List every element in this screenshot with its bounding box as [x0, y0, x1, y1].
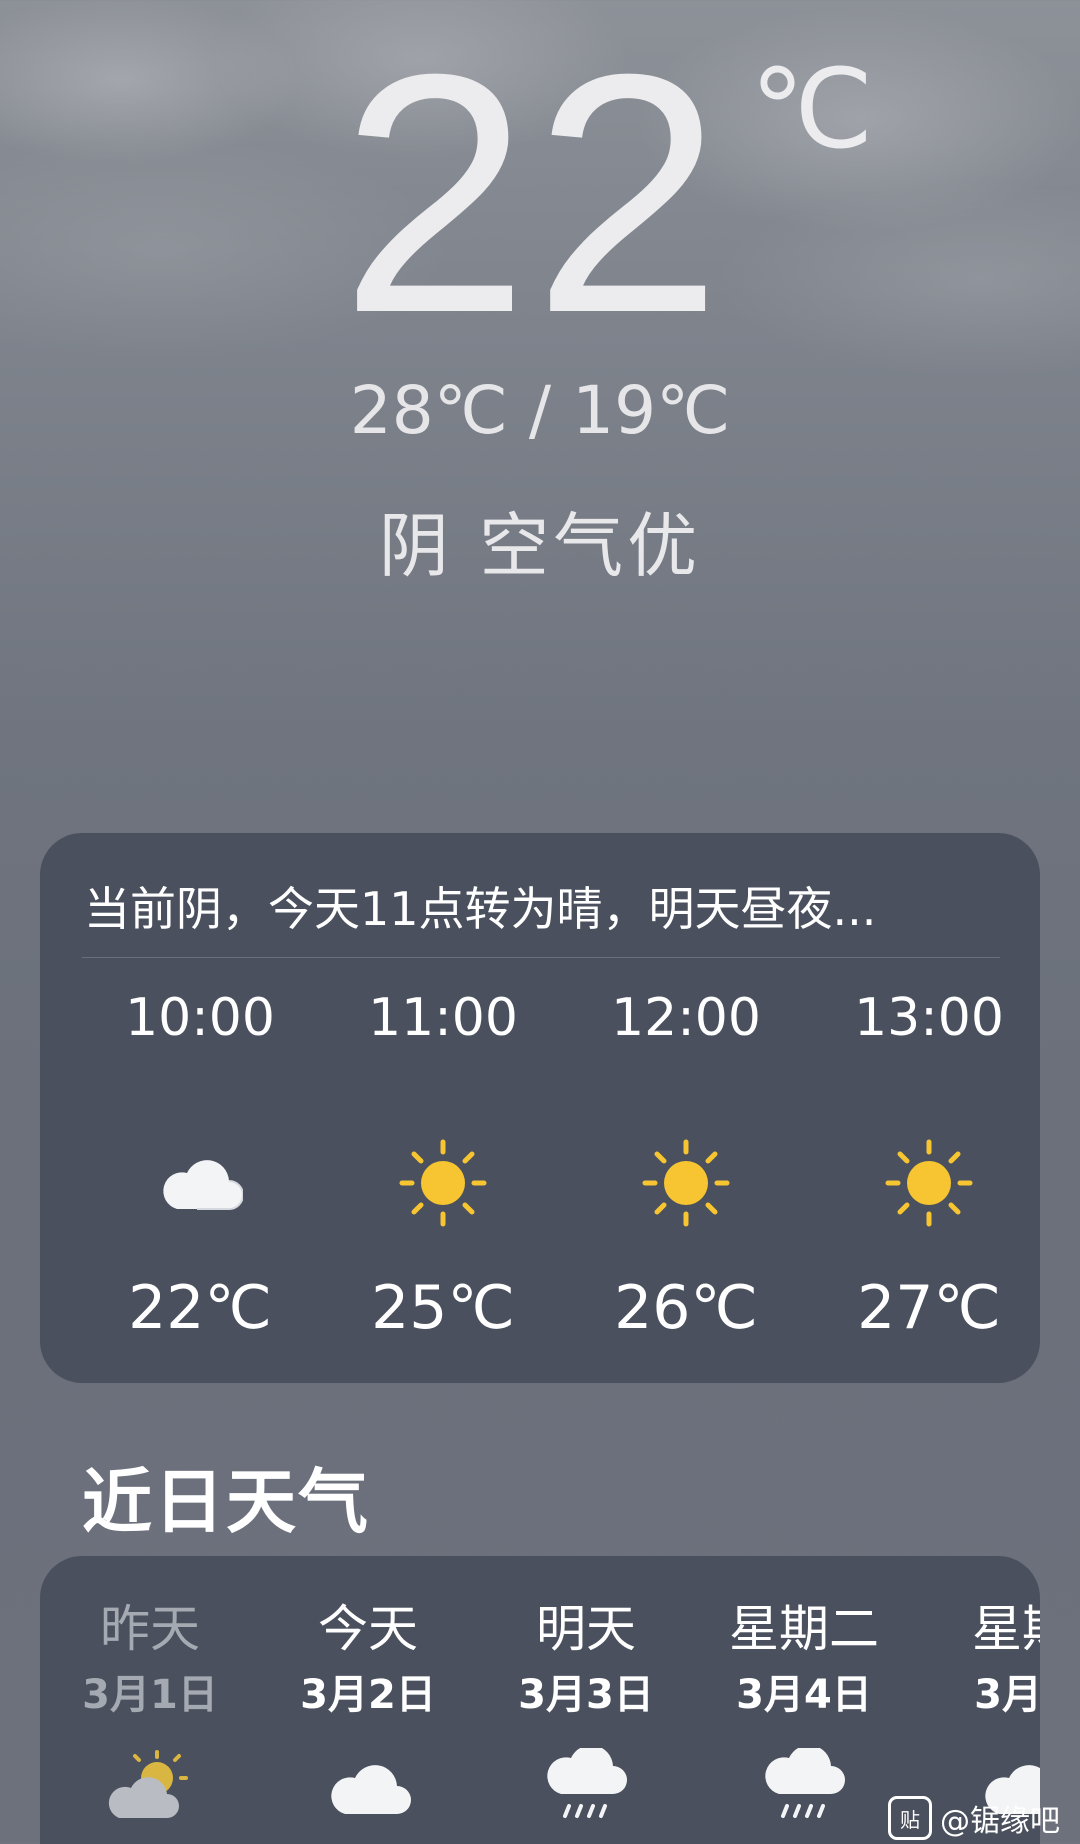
- day-item[interactable]: 昨天 3月1日: [40, 1596, 260, 1844]
- hour-time: 12:00: [611, 988, 761, 1048]
- hour-time: 10:00: [125, 988, 275, 1048]
- hour-temperature: 22℃: [128, 1273, 272, 1343]
- forecast-summary[interactable]: 当前阴，今天11点转为晴，明天昼夜...: [84, 873, 1004, 939]
- temperature-unit: ℃: [750, 48, 874, 171]
- day-date: 3月2日: [300, 1672, 436, 1718]
- weather-condition: 阴 空气优: [378, 505, 702, 587]
- sun-icon: [586, 1123, 786, 1243]
- watermark-text: @锯缘吧: [940, 1804, 1060, 1839]
- day-name: 今天: [318, 1600, 418, 1658]
- hour-item: 12:00 26℃: [586, 983, 786, 1343]
- rain-icon: [694, 1728, 914, 1844]
- current-temperature: 22: [340, 4, 727, 384]
- watermark: 贴 @锯缘吧: [888, 1796, 1060, 1840]
- day-item[interactable]: 明天 3月3日: [476, 1596, 696, 1844]
- divider: [82, 957, 1000, 958]
- hour-item: 13:00 27℃: [829, 983, 1029, 1343]
- hour-time: 13:00: [854, 988, 1004, 1048]
- hour-item: 10:00 22℃: [100, 983, 300, 1343]
- sun-icon: [343, 1123, 543, 1243]
- section-title: 近日天气: [82, 1461, 370, 1543]
- day-name: 星期: [972, 1600, 1040, 1658]
- hour-time: 11:00: [368, 988, 518, 1048]
- tieba-logo-icon: 贴: [888, 1796, 932, 1840]
- high-low-temperature: 28℃ / 19℃: [349, 372, 731, 449]
- hourly-forecast-card[interactable]: 当前阴，今天11点转为晴，明天昼夜... 10:00 22℃ 11:00 25℃…: [40, 833, 1040, 1383]
- day-date: 3月1日: [82, 1672, 218, 1718]
- day-date: 3月5: [974, 1672, 1040, 1718]
- sun-icon: [829, 1123, 1029, 1243]
- day-item[interactable]: 今天 3月2日: [258, 1596, 478, 1844]
- hour-temperature: 26℃: [614, 1273, 758, 1343]
- cloud-icon: [100, 1123, 300, 1243]
- day-name: 星期二: [729, 1600, 879, 1658]
- day-item[interactable]: 星期二 3月4日: [694, 1596, 914, 1844]
- day-date: 3月4日: [736, 1672, 872, 1718]
- rain-icon: [476, 1728, 696, 1844]
- cloud-icon: [258, 1728, 478, 1844]
- day-name: 昨天: [100, 1600, 200, 1658]
- hour-temperature: 25℃: [371, 1273, 515, 1343]
- day-date: 3月3日: [518, 1672, 654, 1718]
- day-name: 明天: [536, 1600, 636, 1658]
- partly-cloudy-icon: [40, 1728, 260, 1844]
- hour-item: 11:00 25℃: [343, 983, 543, 1343]
- hour-temperature: 27℃: [857, 1273, 1001, 1343]
